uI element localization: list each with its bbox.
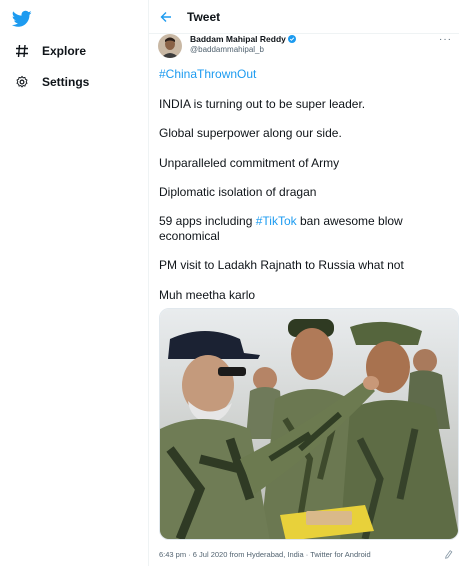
verified-badge-icon	[287, 35, 296, 44]
author-handle[interactable]: @baddammahipal_b	[190, 45, 296, 54]
nav-item-label: Settings	[42, 75, 90, 89]
hashtag-link[interactable]: #TikTok	[256, 214, 297, 228]
tweet-text-line: Global superpower along our side.	[159, 126, 342, 140]
tweet-author: Baddam Mahipal Reddy @baddammahipal_b ··…	[158, 34, 454, 60]
left-nav: Explore Settings	[0, 0, 148, 566]
more-options-icon[interactable]: ···	[439, 34, 452, 45]
nav-item-settings[interactable]: Settings	[14, 70, 89, 94]
nav-item-label: Explore	[42, 44, 87, 58]
hash-icon	[14, 43, 30, 59]
tweet-photo[interactable]	[159, 308, 459, 540]
author-name[interactable]: Baddam Mahipal Reddy	[190, 35, 286, 44]
tweet-text-line: INDIA is turning out to be super leader.	[159, 97, 366, 111]
text-segment: 59 apps including	[159, 214, 256, 228]
tweet-text-line: Diplomatic isolation of dragan	[159, 185, 317, 199]
back-arrow-icon[interactable]	[157, 8, 175, 26]
tweet-text-line: Unparalleled commitment of Army	[159, 156, 340, 170]
tweet-text-line: #ChinaThrownOut	[159, 67, 451, 82]
tweet-text-line: 59 apps including #TikTok ban awesome bl…	[159, 214, 451, 244]
nav-item-explore[interactable]: Explore	[14, 39, 86, 63]
tweet-timestamp[interactable]: 6:43 pm · 6 Jul 2020 from Hyderabad, Ind…	[159, 550, 371, 559]
hashtag-link[interactable]: #ChinaThrownOut	[159, 67, 256, 81]
avatar[interactable]	[158, 34, 182, 58]
page-header: Tweet	[149, 0, 459, 34]
tweet-text-line: PM visit to Ladakh Rajnath to Russia wha…	[159, 258, 404, 272]
tweet-text-line: Muh meetha karlo	[159, 288, 256, 302]
page-title: Tweet	[187, 9, 221, 24]
edit-history-icon[interactable]	[444, 549, 453, 559]
gear-icon	[14, 74, 30, 90]
twitter-logo-icon[interactable]	[12, 10, 32, 28]
tweet-column: Tweet Baddam Mahipal Reddy @baddammahipa…	[148, 0, 459, 566]
